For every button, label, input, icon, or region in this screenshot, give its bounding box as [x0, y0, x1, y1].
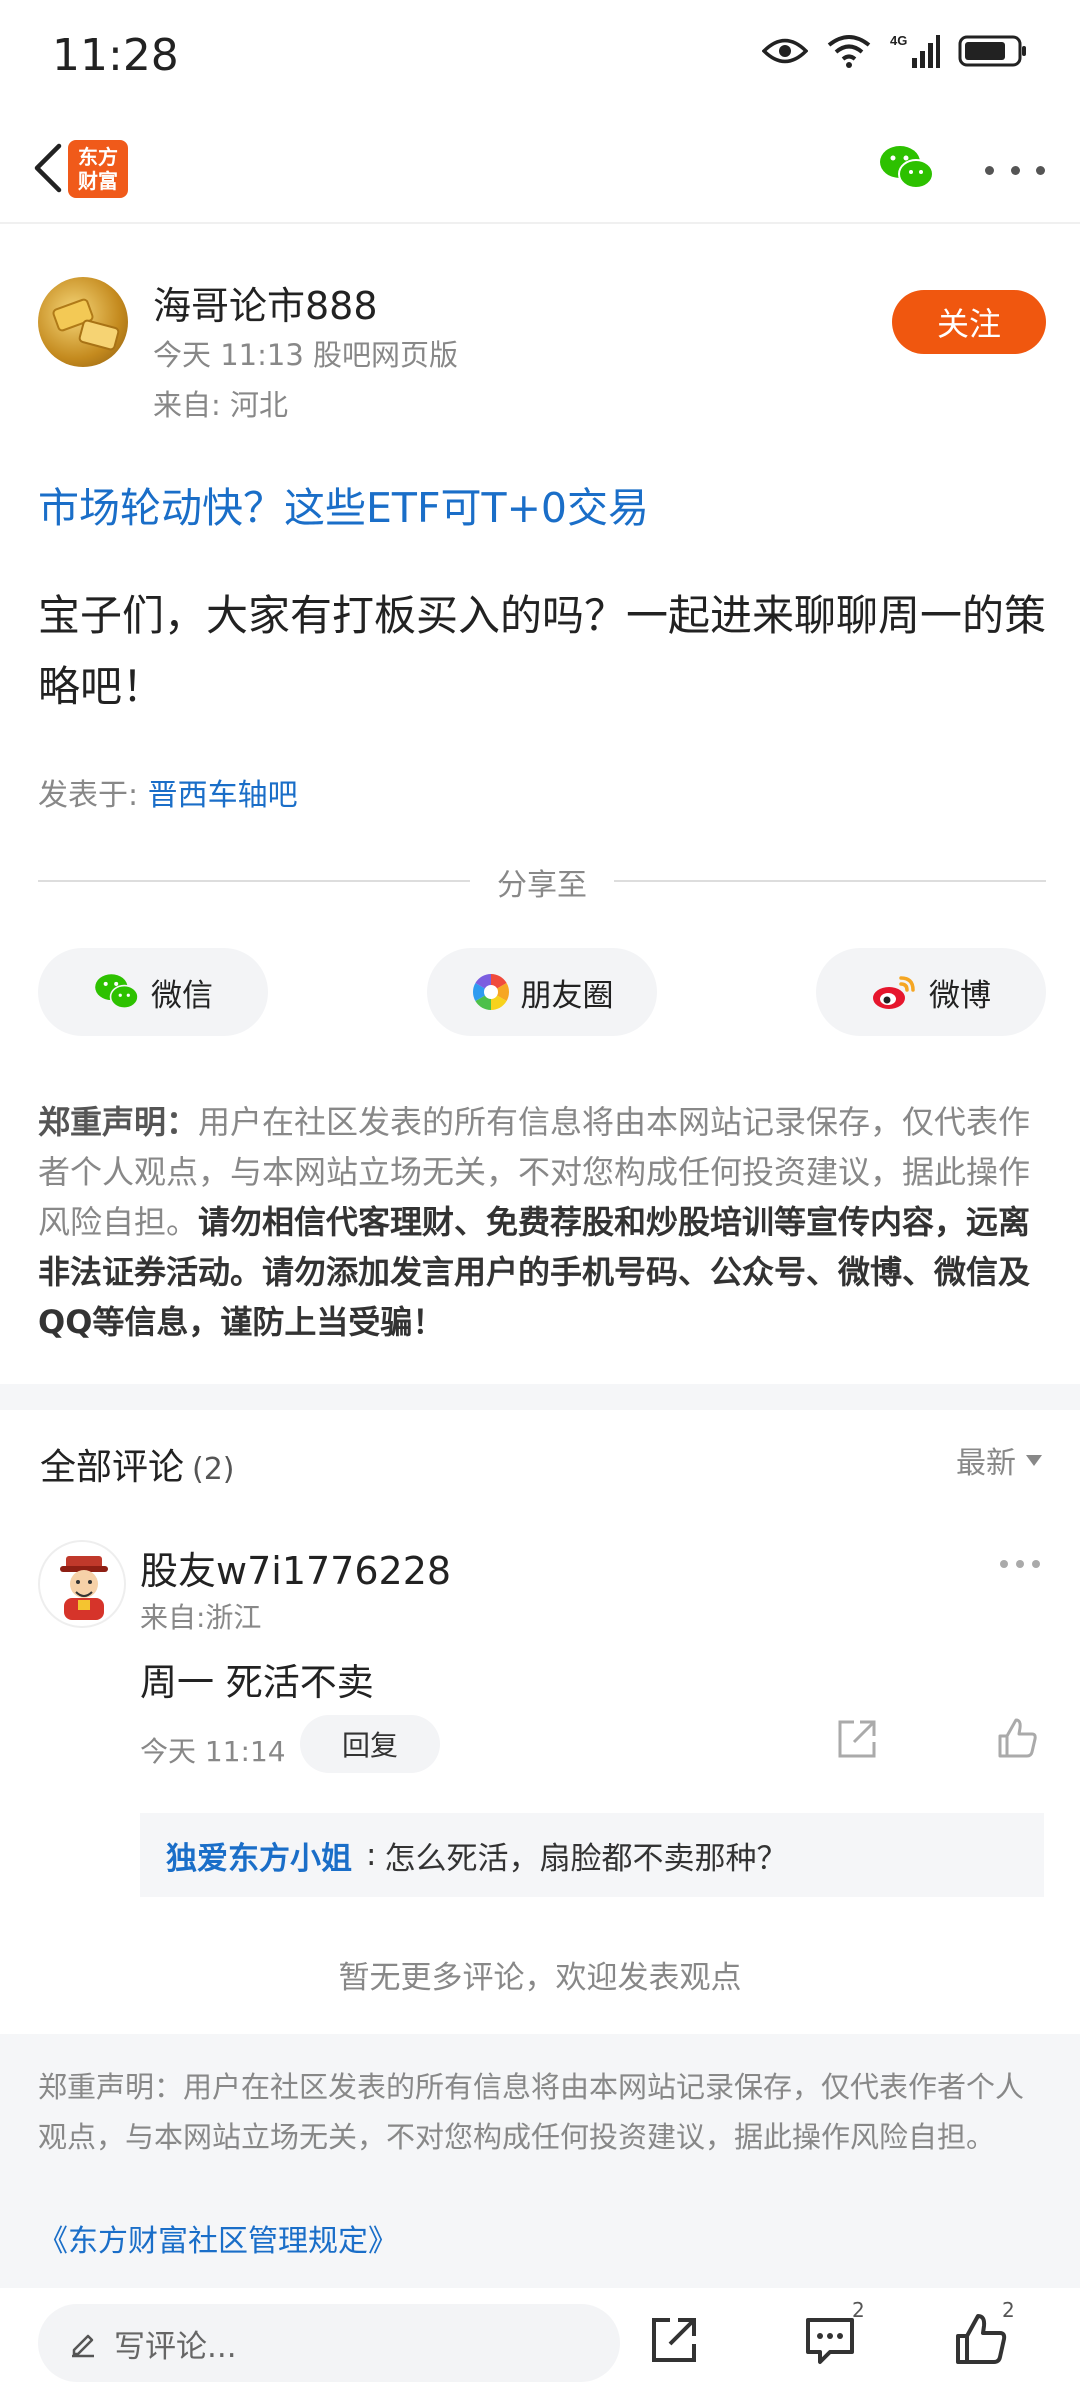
board-link[interactable]: 晋西车轴吧 — [148, 778, 298, 813]
dot-icon — [1016, 1560, 1024, 1568]
author-name[interactable]: 海哥论市888 — [153, 275, 378, 330]
author-section: 海哥论市888 今天 11:13 股吧网页版 来自: 河北 关注 — [0, 260, 1080, 430]
sub-reply-text: 怎么死活，扇脸都不卖那种？ — [384, 1840, 788, 1877]
share-wechat-label: 微信 — [151, 977, 213, 1014]
disclaimer: 郑重声明：用户在社区发表的所有信息将由本网站记录保存，仅代表作者个人观点，与本网… — [38, 1097, 1048, 1347]
more-options-button[interactable] — [985, 160, 1045, 180]
comment-input[interactable]: 写评论... — [38, 2304, 620, 2382]
comment-more-button[interactable] — [1000, 1560, 1040, 1570]
author-location: 来自: 河北 — [153, 388, 288, 422]
reply-button[interactable]: 回复 — [300, 1715, 440, 1773]
bottom-comment-button[interactable] — [800, 2310, 860, 2370]
sub-reply-user[interactable]: 独爱东方小姐 — [166, 1833, 352, 1878]
dot-icon — [1010, 165, 1020, 175]
status-icons: 4G — [762, 32, 1028, 70]
commenter-avatar[interactable] — [38, 1540, 126, 1628]
like-count-badge: 2 — [1002, 2298, 1015, 2322]
signal-icon: 4G — [890, 33, 940, 68]
disclaimer-title: 郑重声明 — [38, 1103, 167, 1141]
post-board: 发表于: 晋西车轴吧 — [38, 770, 298, 814]
share-wechat-button[interactable]: 微信 — [38, 948, 268, 1036]
comment-time: 今天 11:14 — [140, 1735, 286, 1768]
status-time: 11:28 — [52, 30, 179, 81]
nav-bar: 东方 财富 — [0, 112, 1080, 224]
comment-like-button[interactable] — [994, 1716, 1040, 1762]
share-divider: 分享至 — [38, 860, 1046, 903]
thumbs-up-icon — [998, 1718, 1037, 1758]
share-moments-button[interactable]: 朋友圈 — [427, 948, 657, 1036]
god-of-wealth-avatar-icon — [60, 1556, 108, 1620]
caret-down-icon — [1026, 1454, 1042, 1466]
thumbs-up-icon — [956, 2314, 1007, 2364]
pencil-icon — [72, 2334, 94, 2358]
comment-text: 周一 死活不卖 — [140, 1661, 374, 1704]
bottom-like-button[interactable] — [950, 2310, 1010, 2370]
share-row: 微信 朋友圈 微博 — [38, 948, 1046, 1036]
commenter-location: 来自:浙江 — [140, 1601, 262, 1634]
battery-icon — [958, 35, 1026, 67]
wechat-icon — [880, 146, 934, 189]
post-title-link[interactable]: 市场轮动快？这些ETF可T+0交易 — [38, 474, 649, 534]
post-body: 宝子们，大家有打板买入的吗？一起进来聊聊周一的策略吧！ — [38, 591, 1047, 711]
comment-bubble-icon — [806, 2318, 854, 2364]
share-icon — [652, 2318, 696, 2362]
moments-icon — [472, 974, 509, 1010]
board-prefix: 发表于: — [38, 778, 148, 813]
dot-icon — [1032, 1560, 1040, 1568]
chevron-left-icon — [34, 143, 62, 193]
dot-icon — [1036, 165, 1045, 175]
comment-input-placeholder: 写评论... — [114, 2328, 237, 2365]
app-logo[interactable]: 东方 财富 — [68, 140, 128, 198]
sort-label: 最新 — [956, 1446, 1016, 1481]
comments-title: 全部评论 (2) — [40, 1438, 235, 1490]
svg-text:4G: 4G — [890, 33, 907, 48]
logo-text-2: 财富 — [78, 169, 118, 193]
footer-disclaimer-box: 郑重声明：用户在社区发表的所有信息将由本网站记录保存，仅代表作者个人观点，与本网… — [0, 2034, 1080, 2288]
wechat-icon — [95, 974, 139, 1009]
sort-dropdown[interactable]: 最新 — [956, 1438, 1042, 1482]
share-moments-label: 朋友圈 — [520, 977, 614, 1014]
sub-reply[interactable]: 独爱东方小姐: 怎么死活，扇脸都不卖那种？ — [140, 1813, 1044, 1897]
no-more-comments: 暂无更多评论，欢迎发表观点 — [338, 1960, 742, 1996]
wechat-share-button[interactable] — [878, 142, 936, 194]
comment-count-badge: 2 — [852, 2298, 865, 2322]
bottom-bar: 写评论... 2 2 — [0, 2288, 1080, 2400]
share-label: 分享至 — [497, 868, 587, 903]
share-weibo-button[interactable]: 微博 — [816, 948, 1046, 1036]
footer-disclaimer: 郑重声明：用户在社区发表的所有信息将由本网站记录保存，仅代表作者个人观点，与本网… — [38, 2070, 1025, 2154]
share-icon — [838, 1720, 876, 1758]
dot-icon — [1000, 1560, 1008, 1568]
comment-share-button[interactable] — [834, 1716, 880, 1762]
status-bar: 11:28 4G — [0, 0, 1080, 112]
disclaimer-colon: ： — [166, 1103, 199, 1141]
logo-text-1: 东方 — [78, 145, 118, 169]
weibo-icon — [873, 976, 915, 1009]
share-weibo-label: 微博 — [929, 977, 991, 1014]
sub-reply-sep: : — [366, 1837, 377, 1873]
community-rules-link[interactable]: 《东方财富社区管理规定》 — [38, 2216, 398, 2260]
wifi-icon — [827, 35, 871, 68]
eye-icon — [762, 38, 808, 64]
section-separator — [0, 1384, 1080, 1410]
bottom-share-button[interactable] — [644, 2310, 704, 2370]
comments-count: (2) — [192, 1452, 235, 1487]
comments-title-text: 全部评论 — [40, 1447, 185, 1488]
post-time-source: 今天 11:13 股吧网页版 — [153, 338, 459, 372]
comment-item: 股友w7i1776228 来自:浙江 周一 死活不卖 今天 11:14 回复 独… — [0, 1530, 1080, 1910]
author-avatar[interactable] — [38, 277, 128, 367]
commenter-name[interactable]: 股友w7i1776228 — [140, 1540, 451, 1595]
comments-header: 全部评论 (2) 最新 — [0, 1410, 1080, 1510]
dot-icon — [985, 165, 994, 175]
follow-button[interactable]: 关注 — [892, 290, 1046, 354]
